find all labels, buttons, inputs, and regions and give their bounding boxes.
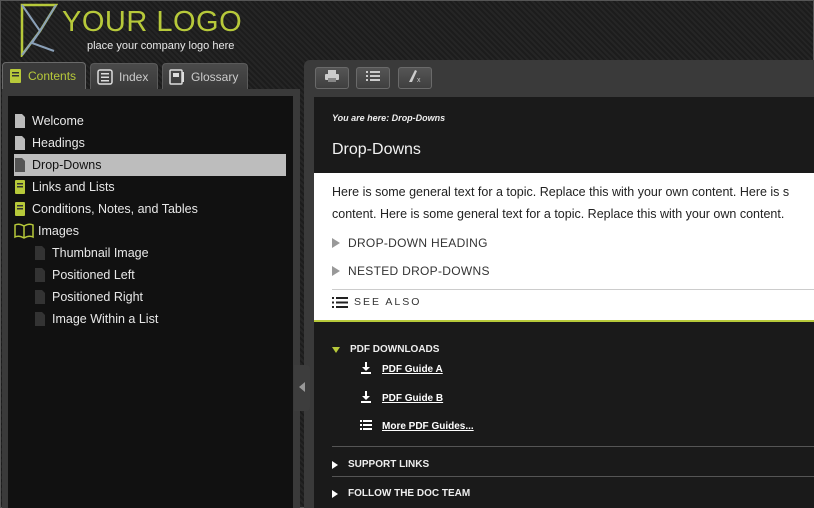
divider: [332, 476, 814, 477]
triangle-right-icon: [332, 460, 338, 469]
tab-contents[interactable]: Contents: [2, 62, 86, 89]
toc-item-welcome[interactable]: Welcome: [14, 110, 286, 132]
topic-header: You are here: Drop-Downs Drop-Downs: [314, 97, 814, 173]
link-label: PDF Guide B: [382, 393, 444, 404]
pdf-guide-b-link[interactable]: PDF Guide B: [360, 391, 443, 406]
print-button[interactable]: [315, 67, 349, 89]
tab-glossary[interactable]: Glossary: [162, 63, 248, 89]
toc-item-positioned-left[interactable]: Positioned Left: [34, 264, 286, 286]
toc-item-links-and-lists[interactable]: Links and Lists: [14, 176, 286, 198]
triangle-right-icon: [332, 489, 338, 498]
breadcrumb: You are here: Drop-Downs: [332, 113, 446, 123]
list-icon: [360, 420, 372, 433]
body-text: Here is some general text for a topic. R…: [332, 181, 810, 225]
see-also-button[interactable]: SEE ALSO: [332, 296, 421, 308]
book-icon: [14, 201, 28, 218]
header: YOUR LOGO place your company logo here: [0, 0, 814, 60]
download-icon: [360, 391, 372, 406]
side-menu-sections: PDF DOWNLOADS PDF Guide A PDF Guide B Mo…: [314, 322, 814, 508]
clear-highlight-icon: x: [407, 69, 423, 88]
dropdown-label: DROP-DOWN HEADING: [348, 236, 488, 250]
chevron-left-icon: [299, 379, 305, 397]
toc-item-label: Drop-Downs: [32, 158, 102, 172]
list-icon: [97, 68, 113, 85]
more-pdf-link[interactable]: More PDF Guides...: [360, 420, 474, 433]
toc-item-label: Links and Lists: [32, 180, 115, 194]
logo-tagline: place your company logo here: [87, 40, 235, 52]
list-icon: [366, 69, 380, 87]
link-label: More PDF Guides...: [382, 421, 474, 432]
tab-glossary-label: Glossary: [191, 69, 239, 84]
toc-item-label: Headings: [32, 136, 85, 150]
toc-item-label: Positioned Left: [52, 268, 135, 282]
triangle-down-icon: [332, 346, 340, 353]
triangle-right-icon: [332, 266, 340, 276]
tab-index[interactable]: Index: [90, 63, 158, 89]
toc-item-label: Welcome: [32, 114, 84, 128]
section-support-links[interactable]: SUPPORT LINKS: [332, 459, 429, 470]
page-icon: [14, 113, 28, 130]
toc-button[interactable]: [356, 67, 390, 89]
svg-text:x: x: [417, 77, 421, 83]
see-also-label: SEE ALSO: [354, 296, 422, 308]
section-label: PDF DOWNLOADS: [350, 344, 440, 355]
book-icon: [9, 68, 22, 84]
panel-splitter[interactable]: [294, 365, 310, 411]
toc-item-label: Image Within a List: [52, 312, 159, 326]
list-icon: [332, 296, 348, 308]
logo-title: YOUR LOGO: [62, 6, 243, 38]
toc-item-conditions[interactable]: Conditions, Notes, and Tables: [14, 198, 286, 220]
glossary-icon: [169, 68, 185, 85]
dropdown-heading[interactable]: DROP-DOWN HEADING: [332, 236, 488, 250]
section-follow-team[interactable]: FOLLOW THE DOC TEAM: [332, 488, 470, 499]
section-label: SUPPORT LINKS: [348, 459, 430, 470]
print-icon: [325, 69, 339, 87]
toc-item-drop-downs[interactable]: Drop-Downs: [14, 154, 286, 176]
dropdown-nested[interactable]: NESTED DROP-DOWNS: [332, 264, 490, 278]
toc-item-images[interactable]: Images: [14, 220, 286, 242]
section-pdf-downloads[interactable]: PDF DOWNLOADS: [332, 344, 439, 355]
clear-highlight-button[interactable]: x: [398, 67, 432, 89]
body-line: Here is some general text for a topic. R…: [332, 185, 790, 199]
toc-item-label: Positioned Right: [52, 290, 144, 304]
toc-item-label: Conditions, Notes, and Tables: [32, 202, 198, 216]
toc-item-headings[interactable]: Headings: [14, 132, 286, 154]
page-icon: [14, 135, 28, 152]
toc-item-label: Thumbnail Image: [52, 246, 149, 260]
book-icon: [14, 179, 28, 196]
body-line: content. Here is some general text for a…: [332, 207, 785, 221]
divider: [332, 289, 814, 290]
tab-index-label: Index: [119, 69, 149, 84]
page-icon: [34, 245, 48, 262]
sidebar-panel: Welcome Headings Drop-Downs Links and Li…: [2, 89, 300, 508]
page-title: Drop-Downs: [332, 141, 421, 158]
page-icon: [34, 267, 48, 284]
page-icon: [14, 157, 28, 174]
toc-item-thumbnail-image[interactable]: Thumbnail Image: [34, 242, 286, 264]
link-label: PDF Guide A: [382, 364, 443, 375]
page-icon: [34, 289, 48, 306]
toc-item-image-within-list[interactable]: Image Within a List: [34, 308, 286, 330]
tab-contents-label: Contents: [28, 69, 77, 83]
divider: [332, 446, 814, 447]
download-icon: [360, 362, 372, 377]
section-label: FOLLOW THE DOC TEAM: [348, 488, 471, 499]
page-icon: [34, 311, 48, 328]
topic-content: You are here: Drop-Downs Drop-Downs Here…: [314, 97, 814, 508]
triangle-right-icon: [332, 238, 340, 248]
toc-item-positioned-right[interactable]: Positioned Right: [34, 286, 286, 308]
pdf-guide-a-link[interactable]: PDF Guide A: [360, 362, 443, 377]
toc-tree: Welcome Headings Drop-Downs Links and Li…: [8, 96, 293, 508]
toc-item-label: Images: [38, 224, 79, 238]
open-book-icon: [14, 222, 34, 240]
dropdown-label: NESTED DROP-DOWNS: [348, 264, 490, 278]
logo-icon: [20, 3, 58, 57]
